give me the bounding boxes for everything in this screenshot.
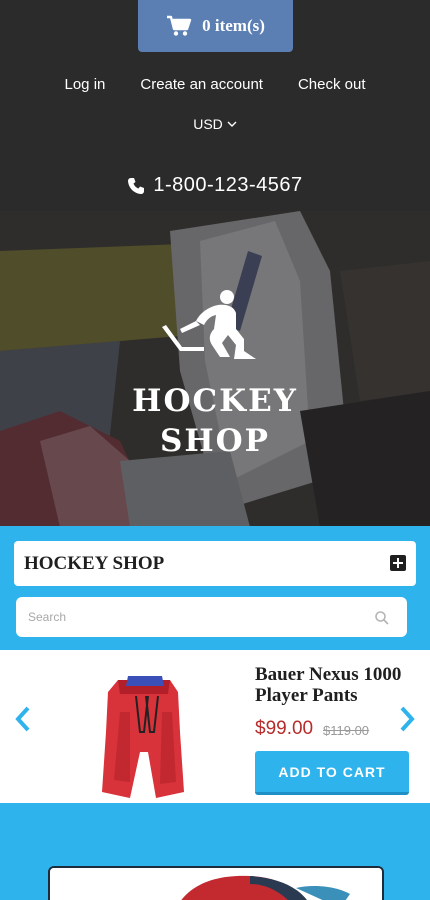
hockey-player-icon <box>162 290 256 359</box>
featured-card[interactable] <box>48 866 384 900</box>
login-link[interactable]: Log in <box>65 76 106 93</box>
product-price: $99.00 <box>255 718 314 739</box>
chevron-down-icon <box>227 121 237 127</box>
search-icon[interactable] <box>375 611 389 625</box>
checkout-link[interactable]: Check out <box>298 76 366 93</box>
phone-number: 1-800-123-4567 <box>0 174 430 197</box>
product-old-price: $119.00 <box>323 723 370 738</box>
add-to-cart-button[interactable]: ADD TO CART <box>255 751 409 795</box>
currency-label: USD <box>193 116 223 132</box>
chevron-left-icon[interactable] <box>14 706 32 732</box>
cart-label: 0 item(s) <box>202 16 265 35</box>
plus-icon[interactable] <box>390 555 406 571</box>
hero-overlay <box>0 211 430 527</box>
category-title: HOCKEY SHOP <box>24 552 165 574</box>
account-nav: Log in Create an account Check out <box>0 76 430 93</box>
currency-selector[interactable]: USD <box>0 116 430 132</box>
chevron-right-icon[interactable] <box>398 706 416 732</box>
hero-title-line1: HOCKEY <box>132 383 298 419</box>
cart-icon <box>167 15 192 36</box>
create-account-link[interactable]: Create an account <box>140 76 263 93</box>
cart-button[interactable]: 0 item(s) <box>138 0 293 52</box>
hero-banner: HOCKEY SHOP <box>0 211 430 527</box>
phone-icon <box>128 177 145 194</box>
hero-title-line2: SHOP <box>160 423 270 459</box>
product-image[interactable] <box>100 672 184 798</box>
phone-text: 1-800-123-4567 <box>153 174 303 196</box>
featured-image <box>50 868 382 900</box>
product-name[interactable]: Bauer Nexus 1000 Player Pants <box>255 664 415 706</box>
top-bar: 0 item(s) Log in Create an account Check… <box>0 0 430 211</box>
search-input[interactable] <box>16 597 407 637</box>
product-slider: Bauer Nexus 1000 Player Pants $99.00 $11… <box>0 650 430 803</box>
category-header[interactable]: HOCKEY SHOP <box>14 541 416 586</box>
